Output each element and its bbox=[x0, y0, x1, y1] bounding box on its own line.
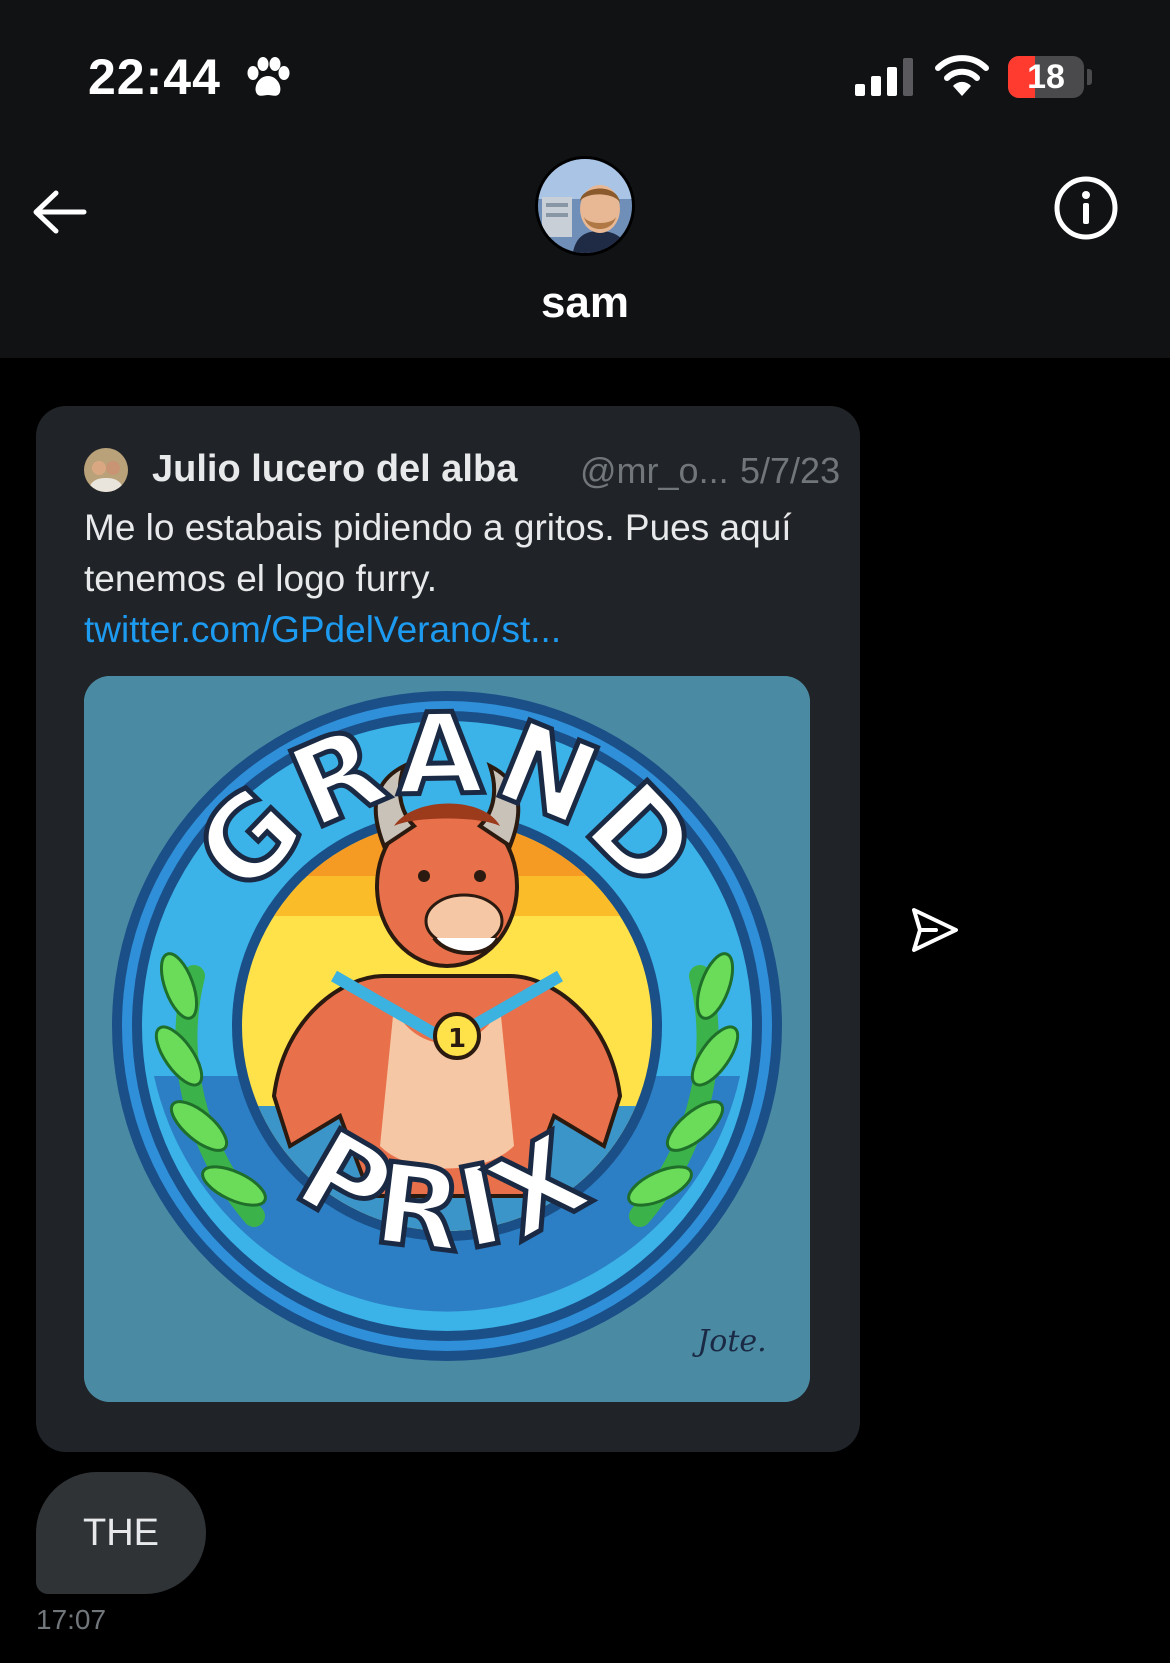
message-text: THE bbox=[83, 1512, 159, 1554]
medal-number: 1 bbox=[448, 1024, 466, 1054]
grand-prix-logo: 1 GRAND PRIX Jote. bbox=[84, 676, 810, 1402]
battery-body: 18 bbox=[1008, 56, 1084, 98]
paw-icon bbox=[247, 57, 290, 96]
tweet-header: Julio lucero del alba @mr_o... 5/7/23 bbox=[84, 440, 844, 500]
tweet-author-name[interactable]: Julio lucero del alba bbox=[152, 448, 517, 491]
signal-icon bbox=[855, 58, 913, 96]
battery-indicator: 18 bbox=[1008, 56, 1092, 98]
tweet-body: Me lo estabais pidiendo a gritos. Pues a… bbox=[84, 507, 792, 599]
top-area: 22:44 18 sam bbox=[0, 0, 1170, 358]
back-arrow-icon[interactable] bbox=[28, 180, 92, 244]
tweet-author-avatar bbox=[84, 448, 128, 492]
message-timestamp: 17:07 bbox=[36, 1604, 107, 1635]
contact-name[interactable]: sam bbox=[385, 278, 785, 328]
tweet-date: 5/7/23 bbox=[740, 450, 841, 491]
info-icon[interactable] bbox=[1052, 174, 1120, 242]
dm-conversation-screen: 22:44 18 sam Julio lucero del alba @mr_o… bbox=[0, 0, 1170, 1663]
tweet-link[interactable]: twitter.com/GPdelVerano/st... bbox=[84, 609, 561, 650]
tweet-avatar-photo bbox=[84, 448, 128, 492]
battery-level: 18 bbox=[1027, 58, 1065, 96]
status-time: 22:44 bbox=[88, 49, 221, 105]
shared-tweet-card[interactable]: Julio lucero del alba @mr_o... 5/7/23 Me… bbox=[36, 406, 860, 1452]
message-list[interactable]: Julio lucero del alba @mr_o... 5/7/23 Me… bbox=[0, 358, 1170, 1663]
tweet-image[interactable]: 1 GRAND PRIX Jote. bbox=[84, 676, 810, 1402]
battery-tip bbox=[1087, 69, 1092, 85]
wifi-icon bbox=[935, 55, 989, 96]
conversation-header: sam bbox=[0, 150, 1170, 358]
status-bar: 22:44 18 bbox=[0, 0, 1170, 150]
artist-signature: Jote. bbox=[691, 1324, 766, 1359]
share-icon[interactable] bbox=[906, 902, 962, 958]
message-bubble[interactable]: THE bbox=[36, 1472, 206, 1594]
contact-avatar[interactable] bbox=[535, 156, 635, 256]
tweet-text: Me lo estabais pidiendo a gritos. Pues a… bbox=[84, 502, 812, 655]
avatar-photo bbox=[538, 159, 632, 253]
tweet-handle[interactable]: @mr_o... bbox=[580, 450, 729, 492]
